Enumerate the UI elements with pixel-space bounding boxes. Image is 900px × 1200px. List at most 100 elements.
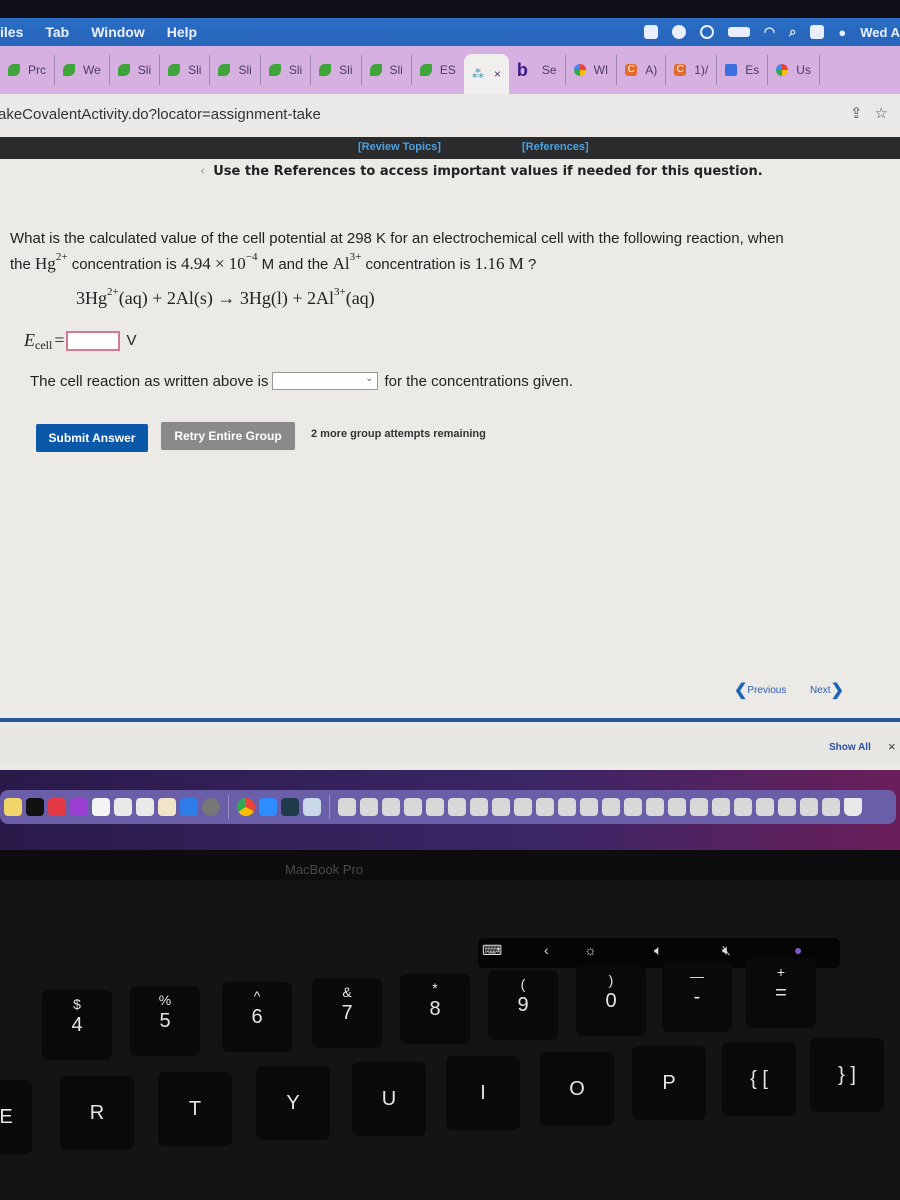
tab-item[interactable]: Us [768,55,820,85]
key-7[interactable]: & 7 [312,978,382,1048]
trash-icon[interactable] [844,798,862,816]
tab-item[interactable]: Prc [0,55,55,85]
document-thumbnail-icon[interactable] [404,798,422,816]
quicktime-app-icon[interactable] [281,798,299,816]
music-app-icon[interactable] [48,798,66,816]
key-left-bracket[interactable]: { [ [722,1042,796,1116]
menu-files[interactable]: iles [0,24,23,40]
pages-app-icon[interactable] [158,798,176,816]
review-topics-link[interactable]: [Review Topics] [358,141,441,153]
document-thumbnail-icon[interactable] [690,798,708,816]
document-thumbnail-icon[interactable] [536,798,554,816]
url-text[interactable]: akeCovalentActivity.do?locator=assignmen… [0,106,321,123]
document-thumbnail-icon[interactable] [426,798,444,816]
next-button[interactable]: Next ❯ [810,680,844,700]
key-minus[interactable]: — - [662,962,732,1032]
key-t[interactable]: T [158,1072,232,1146]
menu-help[interactable]: Help [167,24,197,40]
tab-item[interactable]: Sli [160,55,211,85]
siri-icon[interactable]: ● [794,942,802,958]
references-link[interactable]: [References] [522,141,589,153]
app-store-icon[interactable] [180,798,198,816]
tab-item[interactable]: C 1)/ [666,55,718,85]
document-thumbnail-icon[interactable] [580,798,598,816]
ecell-input[interactable] [66,330,121,351]
document-thumbnail-icon[interactable] [514,798,532,816]
document-thumbnail-icon[interactable] [646,798,664,816]
key-y[interactable]: Y [256,1066,330,1140]
key-8[interactable]: * 8 [400,974,470,1044]
wifi-icon[interactable]: ◠ [764,24,775,40]
chrome-app-icon[interactable] [237,798,255,816]
document-thumbnail-icon[interactable] [360,798,378,816]
key-5[interactable]: % 5 [130,986,200,1056]
menu-tab[interactable]: Tab [45,24,69,40]
tab-item[interactable]: Sli [110,55,161,85]
key-right-bracket[interactable]: } ] [810,1038,884,1112]
close-icon[interactable]: × [888,739,896,754]
tab-item[interactable]: We [55,55,110,85]
key-0[interactable]: ) 0 [576,966,646,1036]
news-app-icon[interactable] [92,798,110,816]
key-9[interactable]: (9 [488,970,558,1040]
document-thumbnail-icon[interactable] [492,798,510,816]
zoom-status-icon[interactable] [643,25,658,39]
tab-item[interactable]: Es [717,55,769,85]
key-i[interactable]: I [446,1056,520,1130]
document-thumbnail-icon[interactable] [338,798,356,816]
spotlight-search-icon[interactable]: ⌕ [789,24,796,40]
spontaneity-select[interactable]: ⌄ [272,372,379,390]
key-6[interactable]: ^ 6 [222,982,292,1052]
tab-item[interactable]: Sli [210,55,261,85]
tab-item[interactable]: b Se [509,55,566,85]
apple-tv-app-icon[interactable] [26,798,44,816]
grammarly-status-icon[interactable] [671,25,686,39]
retry-group-button[interactable]: Retry Entire Group [161,422,295,450]
collapse-chevron-icon[interactable]: ‹ [544,942,549,958]
tab-item[interactable]: Sli [362,55,412,85]
numbers-app-icon[interactable] [136,798,154,816]
tab-item-active[interactable]: ⁂ × [463,54,509,94]
document-thumbnail-icon[interactable] [822,798,840,816]
document-thumbnail-icon[interactable] [800,798,818,816]
document-thumbnail-icon[interactable] [602,798,620,816]
zoom-app-icon[interactable] [259,798,277,816]
document-thumbnail-icon[interactable] [470,798,488,816]
document-thumbnail-icon[interactable] [624,798,642,816]
volume-icon[interactable]: 🔈︎ [654,942,662,959]
show-all-button[interactable]: Show All [829,742,871,753]
brightness-icon[interactable]: ☼ [584,942,597,958]
document-thumbnail-icon[interactable] [734,798,752,816]
keyboard-icon[interactable]: ⌨ [482,942,502,959]
key-e[interactable]: E [0,1080,32,1154]
document-thumbnail-icon[interactable] [382,798,400,816]
tab-item[interactable]: Sli [311,55,362,85]
previous-button[interactable]: ❮ Previous [734,680,786,700]
user-avatar-icon[interactable]: ● [838,25,846,40]
tab-item[interactable]: ES [412,55,464,85]
key-4[interactable]: $4 [42,990,112,1060]
battery-icon[interactable] [727,27,750,37]
key-p[interactable]: P [632,1046,706,1120]
preview-app-icon[interactable] [303,798,321,816]
screen-record-icon[interactable] [699,25,714,39]
document-thumbnail-icon[interactable] [712,798,730,816]
key-o[interactable]: O [540,1052,614,1126]
document-thumbnail-icon[interactable] [778,798,796,816]
key-equals[interactable]: + = [746,958,816,1028]
system-preferences-icon[interactable] [202,798,220,816]
bookmark-star-icon[interactable]: ☆ [875,104,888,122]
submit-answer-button[interactable]: Submit Answer [36,424,148,452]
podcasts-app-icon[interactable] [70,798,88,816]
document-thumbnail-icon[interactable] [756,798,774,816]
document-thumbnail-icon[interactable] [668,798,686,816]
address-bar[interactable]: akeCovalentActivity.do?locator=assignmen… [0,94,900,134]
tab-close-icon[interactable]: × [494,67,501,81]
tab-item[interactable]: C A) [617,55,667,85]
mute-icon[interactable]: 🔇︎ [722,942,731,959]
key-u[interactable]: U [352,1062,426,1136]
tab-item[interactable]: Sli [261,55,312,85]
document-thumbnail-icon[interactable] [448,798,466,816]
control-center-icon[interactable] [810,25,825,39]
notes-app-icon[interactable] [4,798,22,816]
